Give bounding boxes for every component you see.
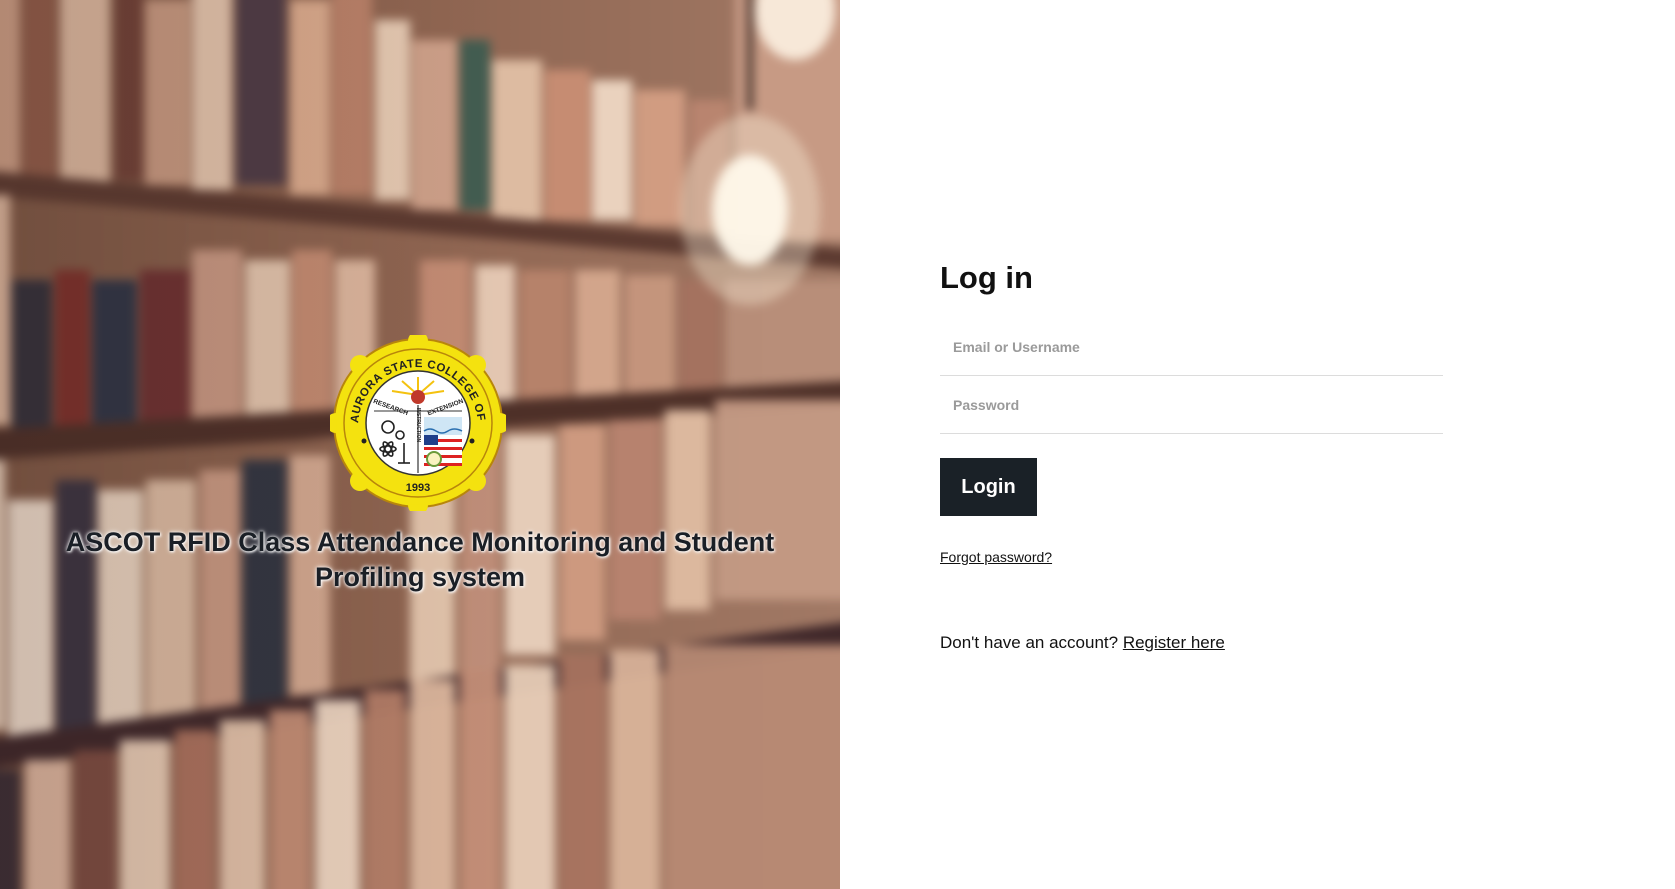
login-page: AURORA STATE COLLEGE OF TECHNOLOGY RESEA…: [0, 0, 1675, 889]
login-form: Log in Login Forgot password? Don't have…: [940, 258, 1443, 653]
forgot-password-link[interactable]: Forgot password?: [940, 549, 1052, 565]
password-input[interactable]: [940, 376, 1443, 434]
hero-panel: AURORA STATE COLLEGE OF TECHNOLOGY RESEA…: [0, 0, 840, 889]
login-heading: Log in: [940, 260, 1033, 295]
login-button[interactable]: Login: [940, 458, 1037, 516]
seal-year: 1993: [406, 482, 430, 494]
register-link[interactable]: Register here: [1123, 633, 1225, 652]
college-seal-logo: AURORA STATE COLLEGE OF TECHNOLOGY RESEA…: [330, 335, 506, 511]
register-prompt-text: Don't have an account?: [940, 633, 1119, 652]
system-title: ASCOT RFID Class Attendance Monitoring a…: [65, 527, 775, 592]
register-prompt-line: Don't have an account? Register here: [940, 633, 1443, 653]
username-input[interactable]: [940, 318, 1443, 376]
seal-center-text: INSTRUCTION: [415, 408, 421, 443]
